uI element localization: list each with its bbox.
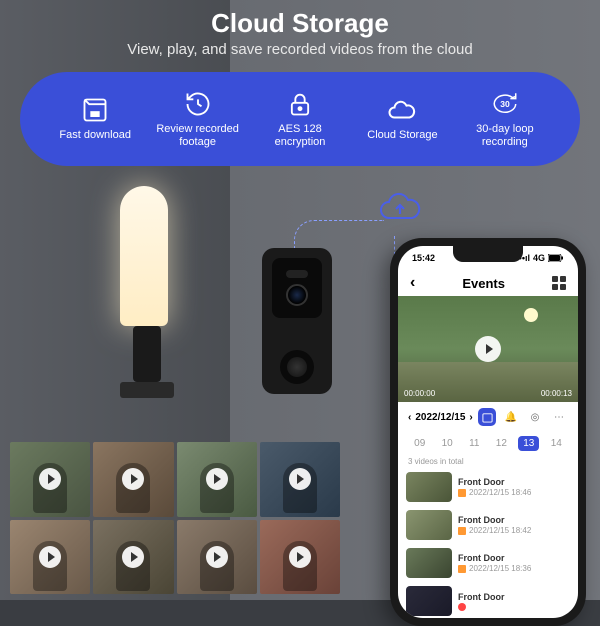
play-icon: [206, 468, 228, 490]
video-thumbnail[interactable]: [260, 442, 340, 517]
event-time: 2022/12/15 18:36: [469, 564, 531, 573]
doorbell-camera-housing: [272, 258, 322, 318]
chevron-right-icon: ›: [469, 412, 472, 423]
filter-bell-icon[interactable]: 🔔: [502, 408, 520, 426]
feature-review-footage: Review recorded footage: [146, 89, 248, 149]
event-title: Front Door: [458, 477, 570, 487]
event-title: Front Door: [458, 592, 570, 602]
video-thumbnail[interactable]: [260, 520, 340, 595]
status-battery-icon: [548, 254, 564, 262]
filter-calendar-icon[interactable]: [478, 408, 496, 426]
day-option[interactable]: 09: [409, 436, 430, 451]
video-time-current: 00:00:00: [404, 389, 435, 398]
day-option[interactable]: 11: [464, 436, 484, 451]
feature-loop-recording: 30 30-day loop recording: [454, 89, 556, 149]
event-thumbnail: [406, 510, 452, 540]
video-preview[interactable]: 00:00:00 00:00:13: [398, 296, 578, 402]
loop-30-icon: 30: [490, 89, 520, 119]
video-thumbnail[interactable]: [177, 442, 257, 517]
filter-target-icon[interactable]: ◎: [526, 408, 544, 426]
cloud-upload-icon: [378, 190, 422, 226]
lamp-shade: [120, 186, 168, 326]
event-item[interactable]: Front Door 2022/12/15 18:46: [406, 468, 570, 506]
doorbell-lens: [286, 284, 308, 306]
event-item[interactable]: Front Door 2022/12/15 18:42: [406, 506, 570, 544]
lock-icon: [285, 89, 315, 119]
lamp-base: [133, 326, 161, 382]
wall-lamp: [120, 186, 174, 398]
status-time: 15:42: [412, 253, 435, 263]
feature-encryption: AES 128 encryption: [249, 89, 351, 149]
feature-label: 30-day loop recording: [460, 123, 550, 149]
feature-label: AES 128 encryption: [255, 123, 345, 149]
filter-icons: 🔔 ◎ ⋯: [478, 408, 568, 426]
date-filter-row: ‹ 2022/12/15 › 🔔 ◎ ⋯: [398, 402, 578, 432]
event-item[interactable]: Front Door 2022/12/15 18:36: [406, 544, 570, 582]
doorbell-button: [280, 350, 314, 384]
screen-title: Events: [462, 276, 505, 291]
history-icon: [183, 89, 213, 119]
app-header: ‹ Events: [398, 270, 578, 296]
cloud-icon: [387, 95, 417, 125]
phone-notch: [453, 246, 523, 262]
feature-fast-download: Fast download: [44, 95, 146, 142]
play-icon: [122, 546, 144, 568]
event-time: 2022/12/15 18:42: [469, 526, 531, 535]
alert-icon: [458, 565, 466, 573]
header: Cloud Storage View, play, and save recor…: [0, 8, 600, 58]
play-icon: [206, 546, 228, 568]
alert-icon: [458, 527, 466, 535]
download-save-icon: [80, 95, 110, 125]
video-count: 3 videos in total: [398, 455, 578, 468]
feature-label: Fast download: [59, 129, 131, 142]
day-option[interactable]: 10: [437, 436, 458, 451]
feature-bar: Fast download Review recorded footage AE…: [20, 72, 580, 166]
alert-icon: [458, 489, 466, 497]
event-title: Front Door: [458, 515, 570, 525]
play-icon: [289, 546, 311, 568]
page-title: Cloud Storage: [0, 8, 600, 39]
filter-more-icon[interactable]: ⋯: [550, 408, 568, 426]
selected-date: 2022/12/15: [415, 412, 465, 423]
event-time: 2022/12/15 18:46: [469, 488, 531, 497]
day-option[interactable]: 12: [491, 436, 512, 451]
play-icon: [39, 546, 61, 568]
feature-label: Cloud Storage: [367, 129, 437, 142]
feature-label: Review recorded footage: [153, 123, 243, 149]
video-thumbnail[interactable]: [93, 520, 173, 595]
video-thumbnail[interactable]: [10, 520, 90, 595]
video-controls: 00:00:00 00:00:13: [404, 389, 572, 398]
day-option-selected[interactable]: 13: [518, 436, 539, 451]
event-title: Front Door: [458, 553, 570, 563]
phone-mockup: 15:42 ••ıl 4G ‹ Events 00:00:00 00:00:13…: [390, 238, 586, 626]
chevron-left-icon: ‹: [408, 412, 411, 423]
phone-screen: 15:42 ••ıl 4G ‹ Events 00:00:00 00:00:13…: [398, 246, 578, 618]
alert-icon: [458, 603, 466, 611]
play-icon: [289, 468, 311, 490]
feature-cloud-storage: Cloud Storage: [351, 95, 453, 142]
date-picker[interactable]: ‹ 2022/12/15 ›: [408, 412, 473, 423]
video-doorbell: [262, 248, 332, 394]
page-subtitle: View, play, and save recorded videos fro…: [0, 41, 600, 58]
video-thumbnail[interactable]: [177, 520, 257, 595]
events-list: Front Door 2022/12/15 18:46 Front Door 2…: [398, 468, 578, 618]
grid-view-icon[interactable]: [552, 276, 566, 290]
video-thumbnail[interactable]: [93, 442, 173, 517]
video-thumbnail[interactable]: [10, 442, 90, 517]
day-selector: 09 10 11 12 13 14: [398, 432, 578, 455]
event-thumbnail: [406, 548, 452, 578]
status-network: 4G: [533, 253, 545, 263]
event-thumbnail: [406, 472, 452, 502]
doorbell-sensor: [286, 270, 308, 278]
lamp-mount: [120, 382, 174, 398]
video-thumbnails-grid: [10, 442, 340, 594]
event-item[interactable]: Front Door: [406, 582, 570, 618]
back-button[interactable]: ‹: [410, 274, 415, 292]
day-option[interactable]: 14: [546, 436, 567, 451]
play-icon: [475, 336, 501, 362]
video-time-total: 00:00:13: [541, 389, 572, 398]
event-thumbnail: [406, 586, 452, 616]
svg-text:30: 30: [500, 99, 510, 109]
